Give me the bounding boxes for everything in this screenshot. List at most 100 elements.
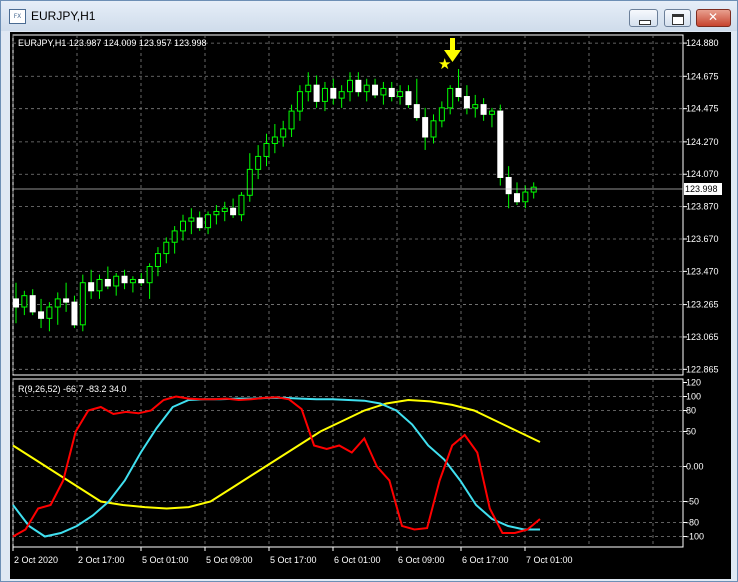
candle-body <box>121 275 128 284</box>
candle-body <box>522 191 529 203</box>
candle-body <box>71 301 78 326</box>
close-button[interactable] <box>696 9 731 27</box>
candle-body <box>271 136 278 144</box>
candle-body <box>372 84 379 96</box>
candle-body <box>397 91 404 98</box>
chart-info: EURJPY,H1 123.987 124.009 123.957 123.99… <box>18 38 207 48</box>
grid <box>12 35 683 547</box>
candle-body <box>205 214 212 229</box>
price-tick-label: 124.270 <box>686 137 719 147</box>
maximize-button[interactable] <box>664 9 691 27</box>
indicator-tick-label: 100 <box>686 392 701 402</box>
candle-body <box>463 96 470 109</box>
indicator-tick-label: -100 <box>686 532 704 542</box>
price-tick-label: 124.880 <box>686 38 719 48</box>
price-tick-label: 124.675 <box>686 71 719 81</box>
candle-body <box>154 253 161 268</box>
candle-body <box>288 110 295 130</box>
time-tick-label: 6 Oct 01:00 <box>334 555 381 565</box>
candle-body <box>280 128 287 138</box>
window-title: EURJPY,H1 <box>31 9 96 23</box>
candle-body <box>472 104 479 109</box>
candle-body <box>196 217 203 229</box>
price-tick-label: 122.865 <box>686 364 719 374</box>
candle-body <box>146 266 153 284</box>
candle-body <box>338 91 345 99</box>
candle-body <box>497 110 504 178</box>
current-price-label: 123.998 <box>685 184 718 194</box>
candle-body <box>246 168 253 196</box>
indicator-tick-label: 50 <box>686 427 696 437</box>
candle-body <box>221 207 228 212</box>
chart-svg[interactable]: 124.880 124.675 124.475 124.270 124.070 123.8… <box>10 32 731 579</box>
candle-body <box>188 217 195 222</box>
candle-body <box>405 91 412 106</box>
candle-body <box>455 87 462 98</box>
candle-body <box>163 241 170 255</box>
candle-body <box>255 155 262 170</box>
candle-body <box>129 278 136 284</box>
cyan-line <box>12 396 540 538</box>
indicator-panel-border <box>12 378 684 548</box>
time-axis: 2 Oct 2020 2 Oct 17:00 5 Oct 01:00 5 Oct 09… <box>12 547 573 565</box>
candle-body <box>180 220 186 232</box>
candle-body <box>413 104 420 119</box>
candle-body <box>514 193 520 203</box>
candle-body <box>213 210 220 216</box>
candle-body <box>263 142 270 157</box>
candle-body <box>355 79 362 93</box>
candle-body <box>21 295 28 308</box>
candle-body <box>13 298 19 308</box>
time-tick-label: 2 Oct 17:00 <box>78 555 125 565</box>
price-tick-label: 123.265 <box>686 300 719 310</box>
candle-body <box>113 275 120 287</box>
chart-window: FX EURJPY,H1 124.880 124.675 124.475 124.27… <box>0 0 738 582</box>
time-tick-label: 6 Oct 17:00 <box>462 555 509 565</box>
title-bar[interactable]: FX EURJPY,H1 <box>1 1 737 31</box>
candle-body <box>488 110 495 115</box>
time-tick-label: 5 Oct 09:00 <box>206 555 253 565</box>
chart-canvas[interactable]: 124.880 124.675 124.475 124.270 124.070 123.8… <box>10 32 731 579</box>
time-tick-label: 2 Oct 2020 <box>14 555 58 565</box>
indicator-label: R(9,26,52) -66.7 -83.2 34.0 <box>18 384 127 394</box>
candle-body <box>79 282 86 326</box>
minimize-button[interactable] <box>629 9 658 27</box>
time-tick-label: 6 Oct 09:00 <box>398 555 445 565</box>
chart-window-icon: FX <box>9 9 26 24</box>
candle-body <box>29 295 36 313</box>
candle-body <box>171 230 178 243</box>
time-tick-label: 7 Oct 01:00 <box>526 555 573 565</box>
candle-body <box>347 79 353 93</box>
price-tick-label: 124.475 <box>686 104 719 114</box>
price-tick-label: 124.070 <box>686 169 719 179</box>
time-tick-label: 5 Oct 17:00 <box>270 555 317 565</box>
candle-body <box>438 107 445 122</box>
indicator-tick-label: -80 <box>686 518 699 528</box>
candle-body <box>330 87 337 99</box>
indicator-tick-label: -50 <box>686 497 699 507</box>
candle-body <box>63 298 70 303</box>
candle-body <box>480 104 487 115</box>
candle-body <box>430 120 437 138</box>
candle-body <box>38 311 45 319</box>
candle-body <box>505 176 512 195</box>
candle-body <box>230 207 237 216</box>
candle-body <box>447 87 454 109</box>
price-tick-label: 123.470 <box>686 266 719 276</box>
price-tick-label: 123.870 <box>686 202 719 212</box>
candle-body <box>238 194 245 216</box>
candle-body <box>46 306 53 319</box>
candle-body <box>313 84 320 102</box>
candle-body <box>54 298 61 308</box>
candle-body <box>104 278 111 287</box>
indicator-tick-label: 80 <box>686 406 696 416</box>
candle-body <box>88 282 95 292</box>
candle-body <box>321 87 328 102</box>
indicator-tick-label: 0.00 <box>686 462 704 472</box>
candle-body <box>296 91 303 112</box>
candle-body <box>422 117 429 138</box>
price-axis: 124.880 124.675 124.475 124.270 124.070 123.8… <box>683 38 719 542</box>
candle-body <box>96 278 103 292</box>
candle-body <box>388 87 395 98</box>
price-tick-label: 123.670 <box>686 234 719 244</box>
